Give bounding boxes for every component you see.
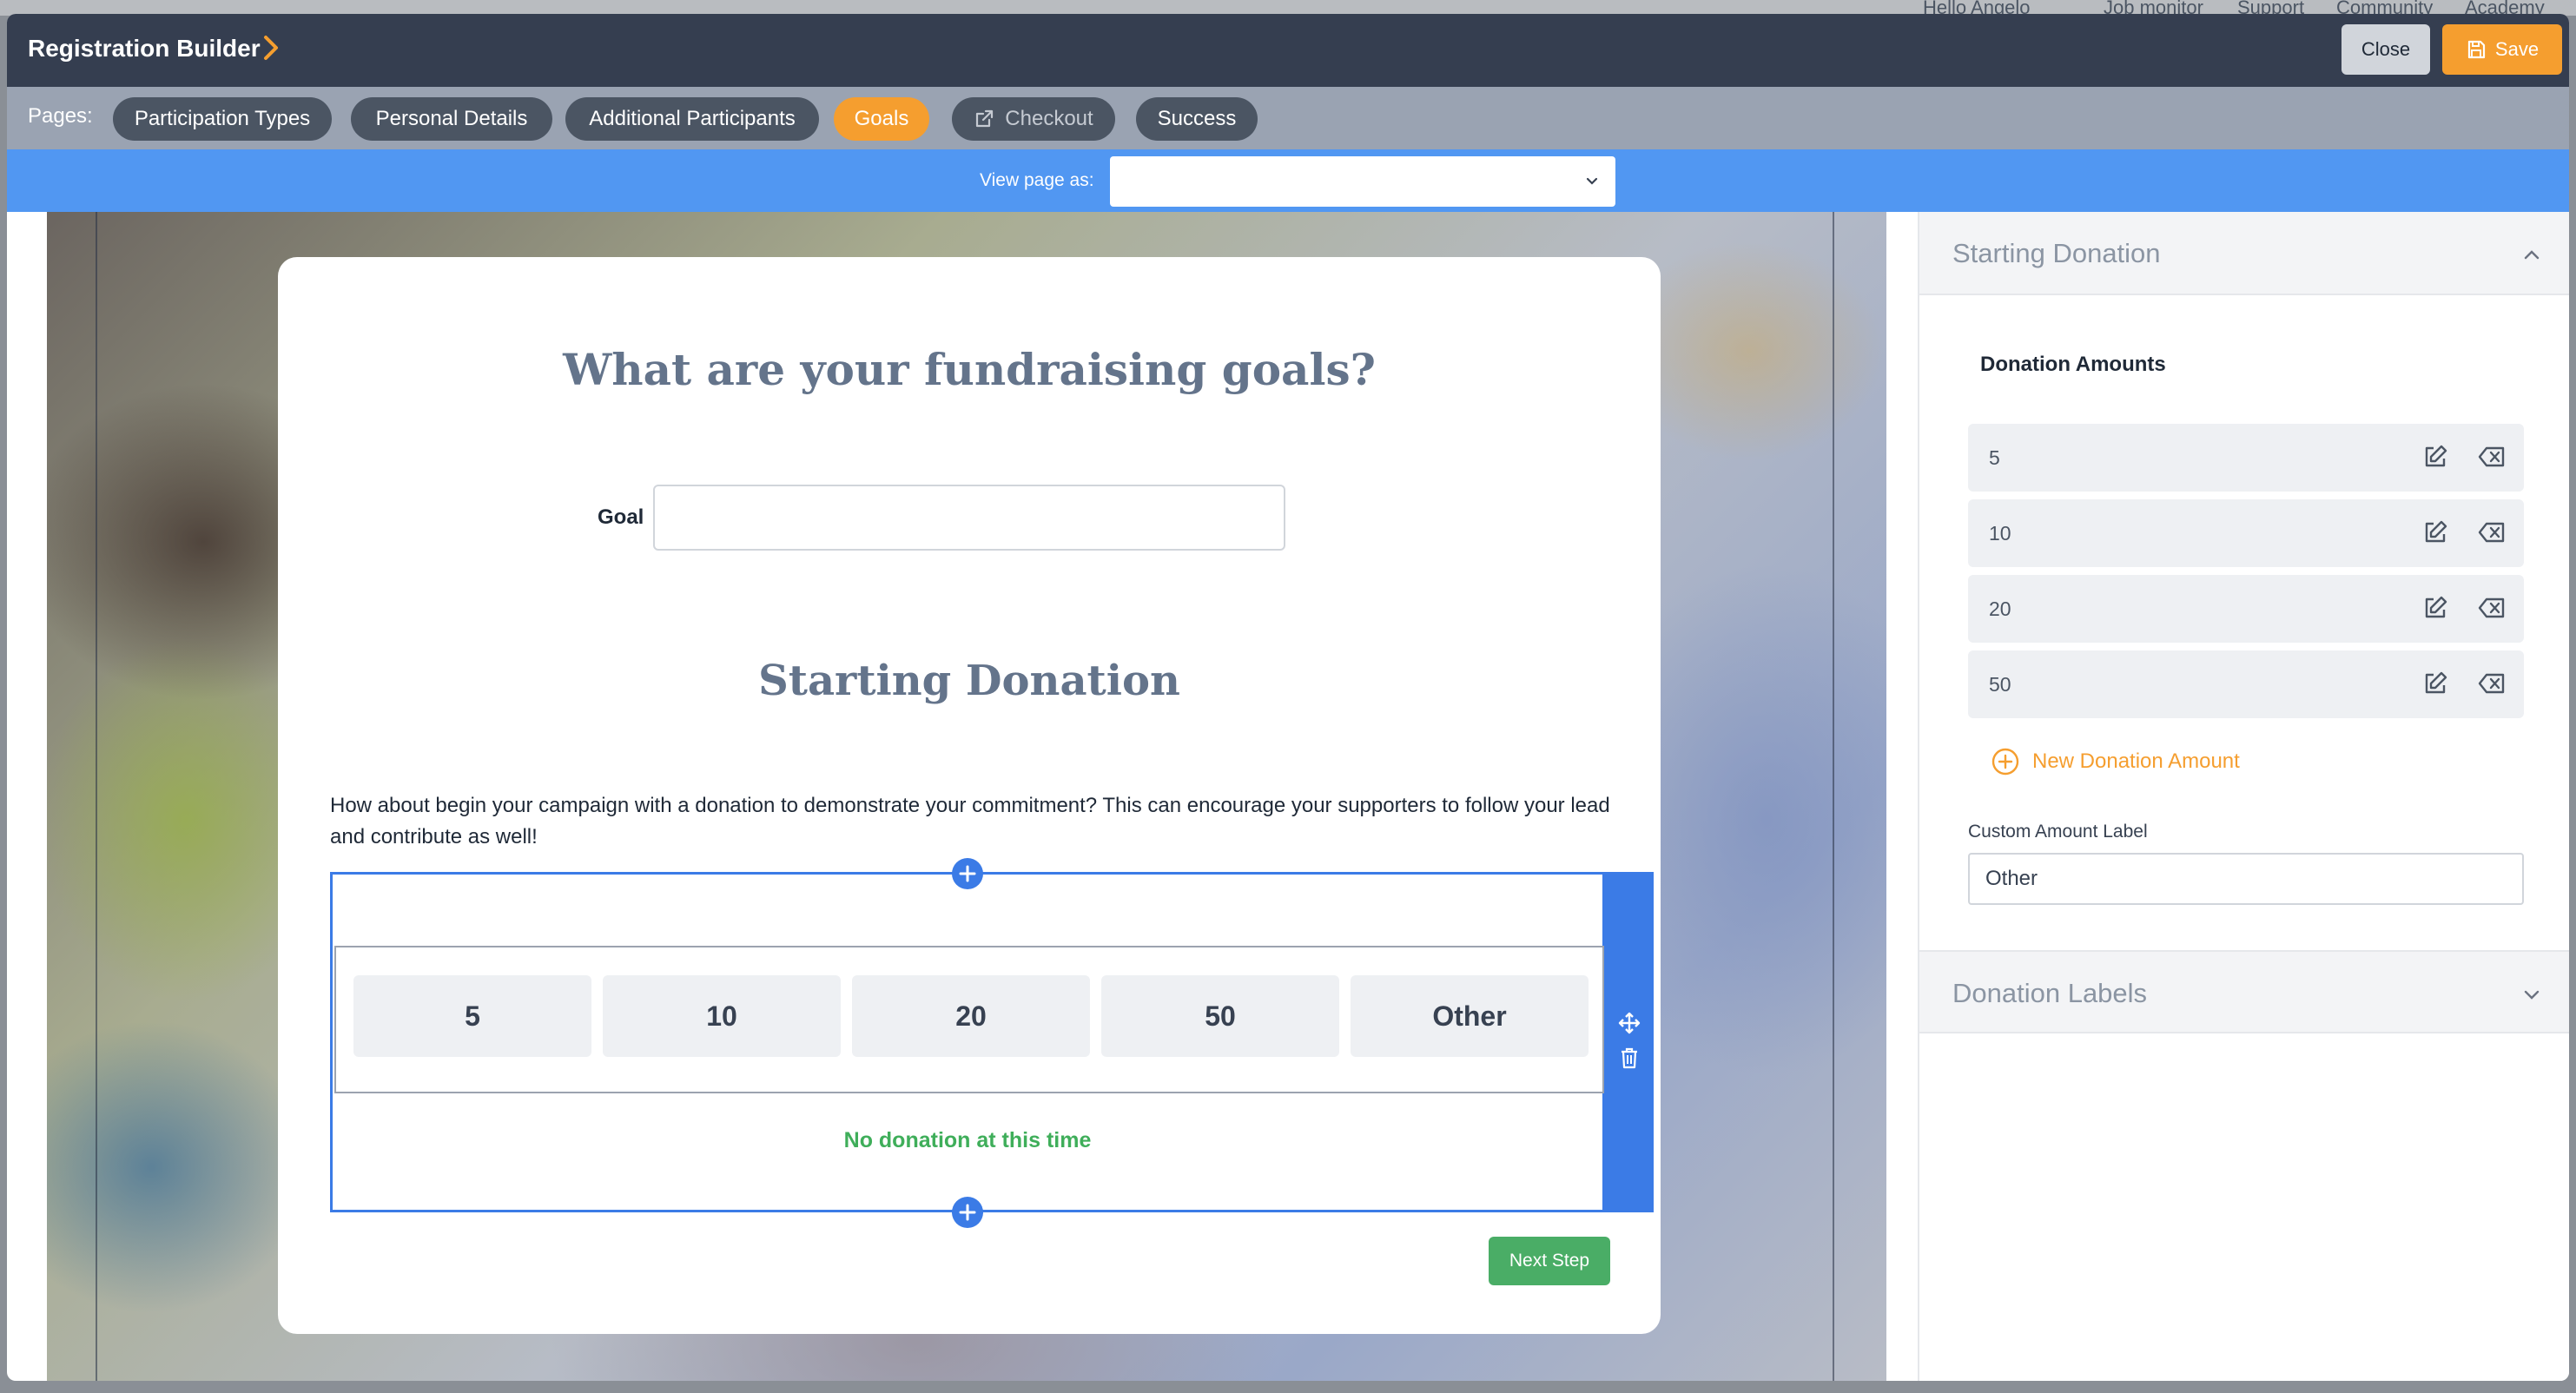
plus-circle-icon [1991,748,2019,776]
edit-icon[interactable] [2421,443,2449,471]
custom-amount-label-input[interactable]: Other [1968,853,2524,905]
add-block-below-button[interactable] [952,1197,983,1228]
header-bar: Registration Builder Close Save [7,14,2569,87]
chevron-down-icon [2524,990,2540,1000]
chevron-down-icon [1586,177,1598,185]
goal-input[interactable] [653,485,1285,551]
app-title: Registration Builder [28,35,261,62]
registration-builder-modal: Registration Builder Close Save Pages: P… [7,14,2569,1381]
delete-backspace-icon[interactable] [2477,520,2507,545]
donation-amount-value: 5 [1989,446,2000,469]
view-page-as-bar: View page as: [7,149,2569,212]
donation-block-selected[interactable]: 5 10 20 50 Other No donation at this tim… [330,872,1605,1212]
edit-icon[interactable] [2421,518,2449,546]
donation-amounts-label: Donation Amounts [1980,353,2166,376]
pages-label: Pages: [28,104,93,128]
amount-option-10[interactable]: 10 [603,975,841,1057]
donation-amounts-row: 5 10 20 50 Other [334,946,1604,1093]
custom-amount-label-title: Custom Amount Label [1968,822,2148,842]
plus-icon [959,865,976,882]
goal-label: Goal [598,505,644,529]
save-button[interactable]: Save [2442,24,2562,75]
edit-icon[interactable] [2421,594,2449,622]
tab-success[interactable]: Success [1136,97,1258,141]
view-page-as-label: View page as: [980,170,1094,190]
plus-icon [959,1204,976,1221]
page-preview-canvas: What are your fundraising goals? Goal St… [47,212,1886,1381]
form-card: What are your fundraising goals? Goal St… [278,257,1661,1334]
move-icon[interactable] [1617,1011,1641,1035]
chevron-up-icon [2524,250,2540,260]
new-donation-amount-button[interactable]: New Donation Amount [1991,747,2240,776]
tab-additional-participants[interactable]: Additional Participants [565,97,819,141]
donation-amount-row: 50 [1968,650,2524,718]
tab-personal-details[interactable]: Personal Details [351,97,552,141]
guide-line-right [1833,212,1834,1381]
next-step-button[interactable]: Next Step [1489,1237,1610,1285]
tab-checkout-label: Checkout [1005,107,1093,130]
donation-amount-row: 20 [1968,575,2524,643]
accordion-donation-labels[interactable]: Donation Labels [1919,950,2569,1033]
no-donation-link[interactable]: No donation at this time [333,1128,1602,1153]
view-page-as-select[interactable] [1110,156,1615,207]
donation-amount-value: 10 [1989,522,2011,545]
donation-amount-row: 5 [1968,424,2524,492]
tab-goals[interactable]: Goals [834,97,929,141]
donation-amount-value: 20 [1989,597,2011,620]
donation-amount-value: 50 [1989,673,2011,696]
page-heading: What are your fundraising goals? [563,344,1376,395]
chevron-right-icon[interactable] [261,33,281,63]
save-icon [2467,40,2486,59]
new-donation-amount-label: New Donation Amount [2032,749,2240,773]
close-button[interactable]: Close [2342,24,2430,75]
amount-option-50[interactable]: 50 [1101,975,1339,1057]
guide-line-left [96,212,97,1381]
edit-icon[interactable] [2421,670,2449,697]
block-toolbar [1605,872,1654,1212]
delete-backspace-icon[interactable] [2477,445,2507,469]
accordion-starting-donation[interactable]: Starting Donation [1919,212,2569,295]
trash-icon[interactable] [1617,1046,1641,1070]
add-block-above-button[interactable] [952,858,983,889]
external-link-icon [976,109,994,128]
pages-bar: Pages: Participation Types Personal Deta… [7,87,2569,149]
settings-panel: Starting Donation Donation Amounts 5 10 [1918,212,2569,1381]
starting-donation-description: How about begin your campaign with a don… [330,794,1610,848]
amount-option-5[interactable]: 5 [353,975,591,1057]
delete-backspace-icon[interactable] [2477,671,2507,696]
save-button-label: Save [2494,38,2540,60]
donation-amount-row: 10 [1968,499,2524,567]
amount-option-other[interactable]: Other [1351,975,1589,1057]
delete-backspace-icon[interactable] [2477,596,2507,620]
starting-donation-heading: Starting Donation [758,657,1180,705]
accordion-starting-donation-title: Starting Donation [1952,238,2161,268]
tab-checkout[interactable]: Checkout [952,97,1115,141]
tab-participation-types[interactable]: Participation Types [113,97,332,141]
accordion-donation-labels-title: Donation Labels [1952,978,2148,1008]
amount-option-20[interactable]: 20 [852,975,1090,1057]
